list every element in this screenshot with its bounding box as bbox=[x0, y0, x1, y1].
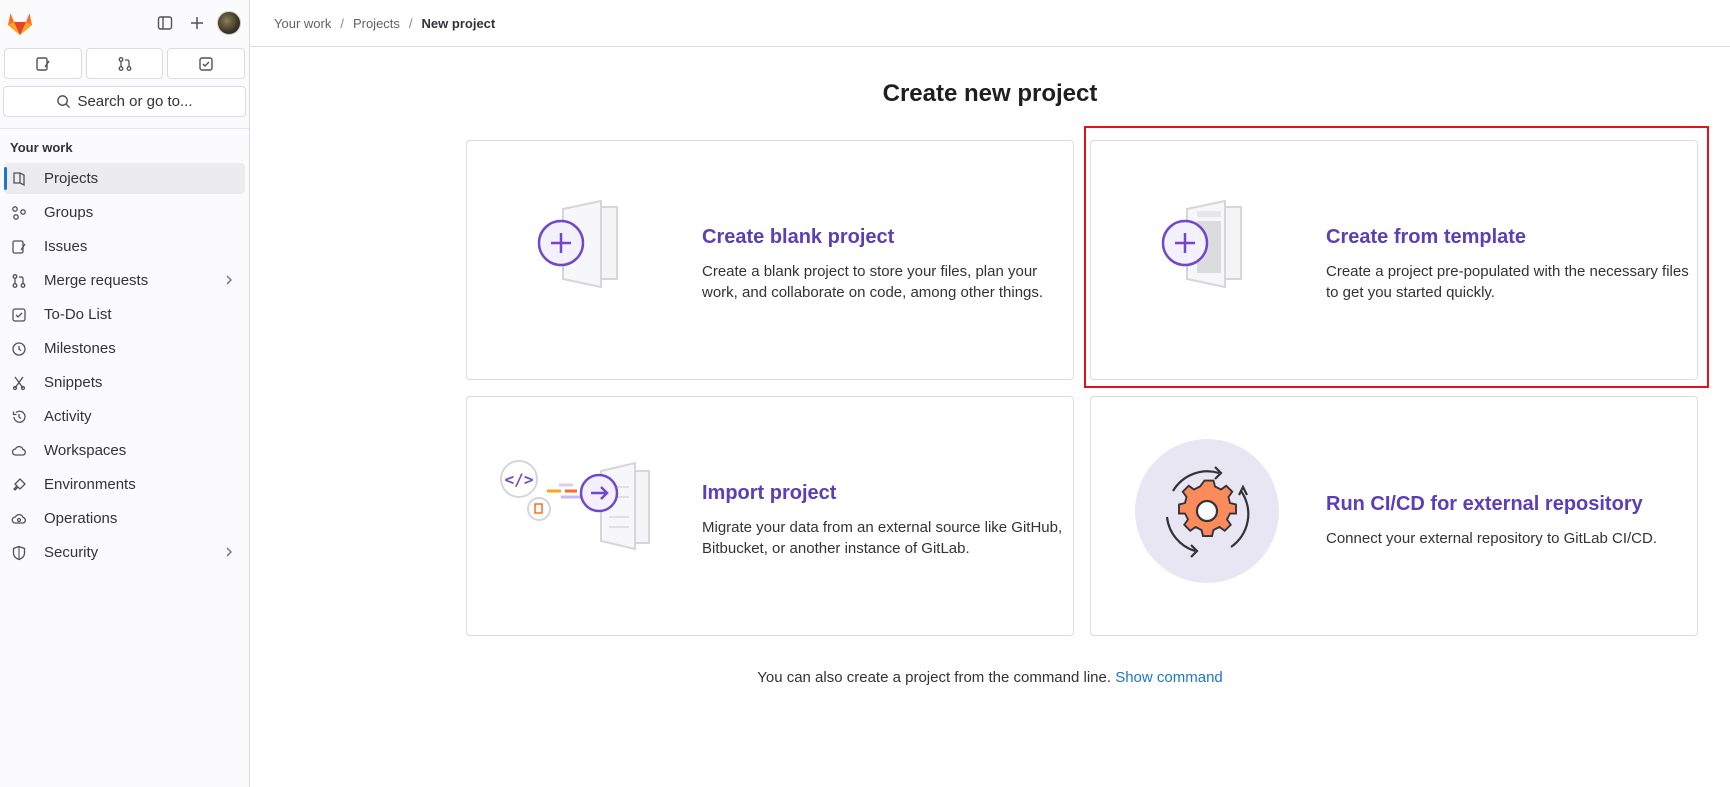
breadcrumb-separator: / bbox=[340, 15, 344, 31]
todo-icon bbox=[10, 306, 28, 324]
issues-icon bbox=[10, 238, 28, 256]
merge-request-icon bbox=[10, 272, 28, 290]
sidebar-item-label: Issues bbox=[44, 238, 88, 255]
card-title: Create blank project bbox=[702, 226, 895, 248]
cloud-icon bbox=[10, 442, 28, 460]
breadcrumb-separator: / bbox=[408, 15, 413, 31]
sidebar: Search or go to... Your work Projects Gr… bbox=[0, 0, 250, 787]
sidebar-item-security[interactable]: Security bbox=[4, 537, 245, 568]
toggle-sidebar-icon[interactable] bbox=[149, 7, 181, 39]
search-icon bbox=[57, 95, 71, 109]
environment-icon bbox=[10, 476, 28, 494]
import-project-illustration-icon: </> bbox=[500, 460, 650, 551]
project-icon bbox=[10, 170, 28, 188]
search-label: Search or go to... bbox=[77, 93, 193, 110]
chevron-right-icon bbox=[223, 273, 235, 291]
breadcrumb-new-project[interactable]: New project bbox=[422, 16, 496, 31]
sidebar-item-label: To-Do List bbox=[44, 306, 112, 323]
card-description: Migrate your data from an external sourc… bbox=[702, 519, 1063, 557]
avatar[interactable] bbox=[217, 11, 241, 35]
command-line-hint: You can also create a project from the c… bbox=[250, 669, 1730, 686]
sidebar-item-groups[interactable]: Groups bbox=[4, 197, 245, 228]
blank-project-illustration-icon bbox=[537, 199, 618, 289]
cicd-illustration-icon bbox=[1135, 439, 1279, 583]
page-title: Create new project bbox=[882, 80, 1098, 107]
shield-icon bbox=[10, 544, 28, 562]
sidebar-item-snippets[interactable]: Snippets bbox=[4, 367, 245, 398]
issues-counter-button[interactable] bbox=[4, 48, 82, 79]
highlight-box bbox=[1084, 126, 1709, 388]
merge-request-icon bbox=[118, 56, 131, 71]
plus-icon[interactable] bbox=[181, 7, 213, 39]
chevron-right-icon bbox=[223, 545, 235, 563]
sidebar-item-label: Projects bbox=[44, 170, 99, 187]
sidebar-item-workspaces[interactable]: Workspaces bbox=[4, 435, 245, 466]
main-content: Create new project Create blank project … bbox=[250, 47, 1730, 787]
sidebar-item-label: Merge requests bbox=[44, 272, 149, 289]
card-title: Import project bbox=[702, 482, 837, 504]
command-line-text: You can also create a project from the c… bbox=[757, 669, 1112, 686]
sidebar-header bbox=[0, 0, 249, 46]
operations-icon bbox=[10, 510, 28, 528]
snippet-icon bbox=[10, 374, 28, 392]
sidebar-item-projects[interactable]: Projects bbox=[4, 163, 245, 194]
sidebar-item-activity[interactable]: Activity bbox=[4, 401, 245, 432]
sidebar-item-todo-list[interactable]: To-Do List bbox=[4, 299, 245, 330]
sidebar-item-environments[interactable]: Environments bbox=[4, 469, 245, 500]
sidebar-item-label: Activity bbox=[44, 408, 92, 425]
sidebar-item-label: Workspaces bbox=[44, 442, 127, 459]
merge-requests-counter-button[interactable] bbox=[85, 48, 164, 79]
card-description: Create a blank project to store your fil… bbox=[702, 263, 1044, 301]
sidebar-item-issues[interactable]: Issues bbox=[4, 231, 245, 262]
sidebar-item-milestones[interactable]: Milestones bbox=[4, 333, 245, 364]
breadcrumb-projects[interactable]: Projects bbox=[353, 16, 400, 31]
sidebar-item-operations[interactable]: Operations bbox=[4, 503, 245, 534]
svg-text:</>: </> bbox=[505, 470, 534, 489]
todo-icon bbox=[199, 56, 213, 71]
sidebar-counters bbox=[0, 46, 249, 79]
milestone-icon bbox=[10, 340, 28, 358]
breadcrumb: Your work / Projects / New project bbox=[250, 0, 1730, 47]
gitlab-logo-icon[interactable] bbox=[6, 9, 34, 37]
sidebar-item-label: Snippets bbox=[44, 374, 103, 391]
group-icon bbox=[10, 204, 28, 222]
sidebar-item-merge-requests[interactable]: Merge requests bbox=[4, 265, 245, 296]
sidebar-item-label: Security bbox=[44, 544, 99, 561]
card-title: Run CI/CD for external repository bbox=[1326, 493, 1643, 515]
search-button[interactable]: Search or go to... bbox=[3, 86, 246, 117]
run-cicd-card[interactable]: Run CI/CD for external repository Connec… bbox=[1090, 396, 1698, 636]
section-heading: Your work bbox=[10, 140, 73, 155]
todo-counter-button[interactable] bbox=[167, 48, 246, 79]
sidebar-item-label: Operations bbox=[44, 510, 118, 527]
issues-icon bbox=[36, 56, 50, 71]
import-project-card[interactable]: </> Import project Migrate your data fro… bbox=[466, 396, 1074, 636]
sidebar-item-label: Environments bbox=[44, 476, 136, 493]
sidebar-item-label: Milestones bbox=[44, 340, 116, 357]
history-icon bbox=[10, 408, 28, 426]
show-command-link[interactable]: Show command bbox=[1115, 669, 1223, 686]
sidebar-item-label: Groups bbox=[44, 204, 94, 221]
breadcrumb-your-work[interactable]: Your work bbox=[274, 16, 331, 31]
card-description: Connect your external repository to GitL… bbox=[1326, 530, 1657, 547]
create-blank-project-card[interactable]: Create blank project Create a blank proj… bbox=[466, 140, 1074, 380]
